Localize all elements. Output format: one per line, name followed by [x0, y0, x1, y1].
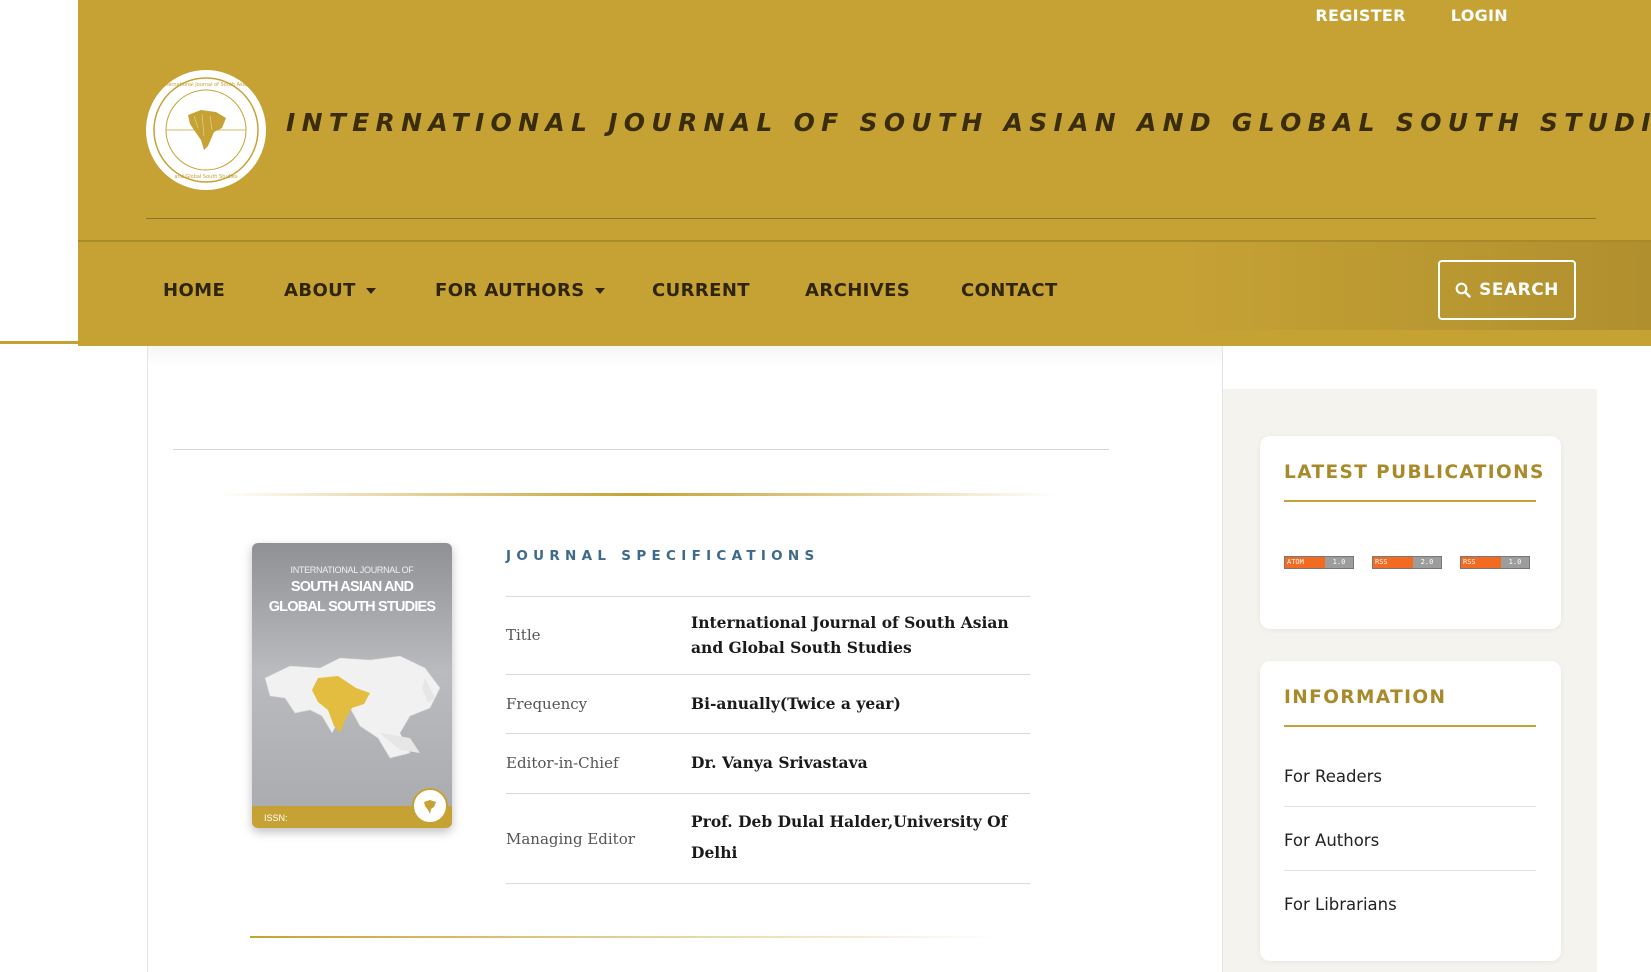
nav-about[interactable]: ABOUT [284, 280, 376, 301]
spec-label: Title [506, 626, 541, 644]
chevron-down-icon [365, 288, 376, 294]
svg-text:and Global South Studies: and Global South Studies [174, 174, 238, 180]
rss1-feed-link[interactable]: RSS 1.0 [1460, 556, 1530, 569]
page-left-margin [0, 0, 78, 344]
rss2-feed-link[interactable]: RSS 2.0 [1372, 556, 1442, 569]
spec-label: Frequency [506, 695, 588, 713]
site-title[interactable]: INTERNATIONAL JOURNAL OF SOUTH ASIAN AND… [286, 108, 1651, 137]
nav-about-label: ABOUT [284, 280, 356, 301]
journal-logo[interactable]: International Journal of South Asian and… [146, 70, 266, 190]
spec-row-frequency: Frequency Bi-anually(Twice a year) [506, 675, 1030, 734]
latest-publications-title: LATEST PUBLICATIONS [1284, 462, 1545, 483]
spec-row-editor-in-chief: Editor-in-Chief Dr. Vanya Srivastava [506, 734, 1030, 794]
journal-seal-icon [412, 788, 448, 824]
spec-value: Bi-anually(Twice a year) [691, 694, 901, 713]
nav-for-authors-label: FOR AUTHORS [435, 280, 585, 301]
user-links: REGISTER LOGIN [1315, 6, 1508, 25]
spec-row-managing-editor: Managing Editor Prof. Deb Dulal Halder,U… [506, 794, 1030, 884]
card-title-rule [1284, 725, 1536, 727]
asia-map-graphic [264, 655, 441, 759]
search-button-label: SEARCH [1479, 280, 1559, 300]
information-title: INFORMATION [1284, 687, 1447, 708]
gold-divider [218, 493, 1058, 496]
nav-archives[interactable]: ARCHIVES [805, 280, 910, 301]
feed-version: 2.0 [1413, 557, 1441, 568]
cover-title-line3: GLOBAL SOUTH STUDIES [268, 599, 436, 615]
gold-divider-bottom [250, 936, 1000, 938]
site-header: REGISTER LOGIN International Journal of … [78, 0, 1651, 346]
chevron-down-icon [594, 288, 605, 294]
main-nav: HOME ABOUT FOR AUTHORS CURRENT ARCHIVES … [78, 240, 1651, 330]
journal-seal-logo-icon: International Journal of South Asian and… [153, 77, 259, 183]
register-link[interactable]: REGISTER [1315, 6, 1405, 25]
header-shadow [148, 346, 1222, 366]
specifications-heading: JOURNAL SPECIFICATIONS [506, 548, 820, 564]
nav-home[interactable]: HOME [163, 280, 225, 301]
card-title-rule [1284, 500, 1536, 502]
cover-issn: ISSN: [264, 813, 288, 823]
cover-title-line1: INTERNATIONAL JOURNAL OF [290, 565, 414, 575]
nav-archives-label: ARCHIVES [805, 280, 911, 301]
latest-publications-card: LATEST PUBLICATIONS ATOM 1.0 RSS 2.0 RSS… [1260, 436, 1561, 629]
nav-current-label: CURRENT [652, 280, 750, 301]
content-left-border [147, 346, 148, 972]
search-icon [1455, 282, 1471, 298]
feed-type: ATOM [1285, 557, 1325, 568]
nav-current[interactable]: CURRENT [652, 280, 750, 301]
spec-label: Managing Editor [506, 830, 635, 848]
search-button[interactable]: SEARCH [1438, 260, 1576, 320]
content-divider [173, 449, 1109, 450]
spec-value: Dr. Vanya Srivastava [691, 753, 868, 772]
feed-type: RSS [1461, 557, 1501, 568]
feed-version: 1.0 [1325, 557, 1353, 568]
info-link-readers[interactable]: For Readers [1284, 767, 1382, 786]
info-link-librarians[interactable]: For Librarians [1284, 895, 1397, 914]
information-card: INFORMATION For Readers For Authors For … [1260, 661, 1561, 961]
nav-for-authors[interactable]: FOR AUTHORS [435, 280, 605, 301]
journal-cover-image[interactable]: INTERNATIONAL JOURNAL OF SOUTH ASIAN AND… [252, 543, 452, 828]
nav-home-label: HOME [163, 280, 226, 301]
nav-contact-label: CONTACT [961, 280, 1058, 301]
spec-value: Prof. Deb Dulal Halder,University Of Del… [691, 812, 1008, 862]
cover-title-line2: SOUTH ASIAN AND [290, 579, 414, 595]
spec-label: Editor-in-Chief [506, 754, 619, 772]
info-separator [1284, 870, 1536, 871]
spec-row-title: Title International Journal of South Asi… [506, 597, 1030, 675]
info-separator [1284, 806, 1536, 807]
svg-text:International Journal of South: International Journal of South Asian [162, 82, 251, 88]
login-link[interactable]: LOGIN [1451, 6, 1508, 25]
atom-feed-link[interactable]: ATOM 1.0 [1284, 556, 1354, 569]
spec-value: International Journal of South Asian and… [691, 613, 1009, 657]
specifications-table: Title International Journal of South Asi… [506, 596, 1030, 884]
feed-version: 1.0 [1501, 557, 1529, 568]
cover-title-main: SOUTH ASIAN AND GLOBAL SOUTH STUDIES [252, 577, 452, 617]
feed-type: RSS [1373, 557, 1413, 568]
nav-contact[interactable]: CONTACT [961, 280, 1058, 301]
info-link-authors[interactable]: For Authors [1284, 831, 1379, 850]
header-divider [146, 218, 1596, 219]
